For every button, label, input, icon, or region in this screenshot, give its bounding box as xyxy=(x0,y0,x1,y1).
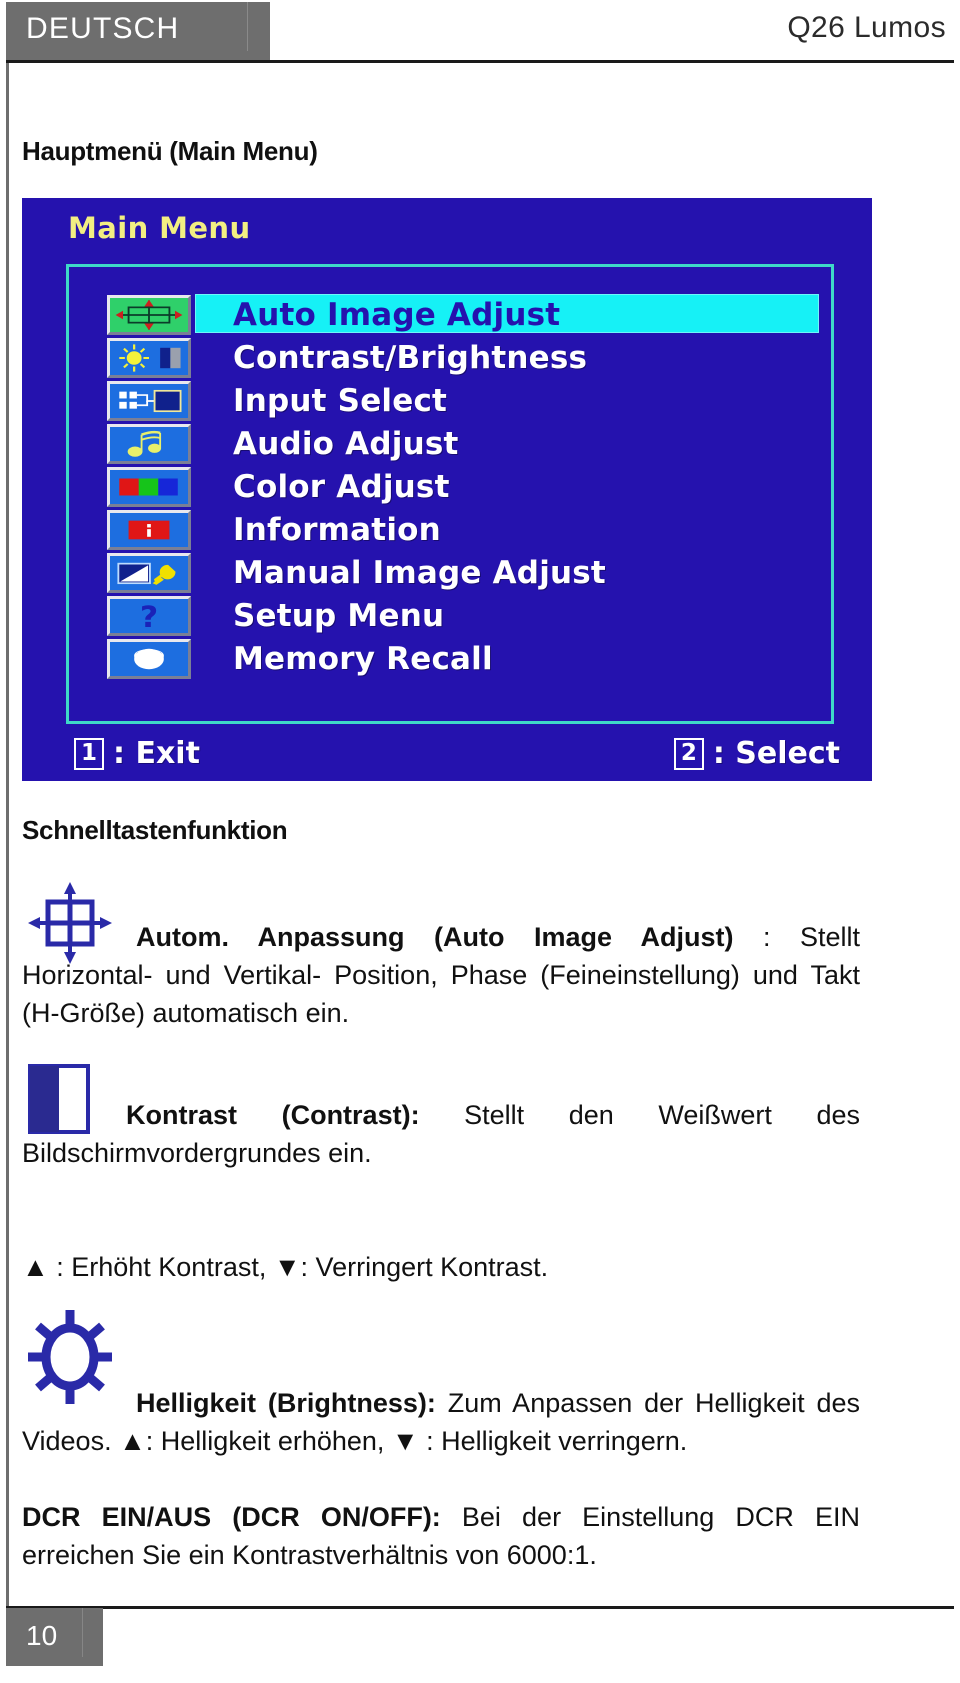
main-menu-heading: Hauptmenü (Main Menu) xyxy=(22,136,318,166)
language-tab: DEUTSCH xyxy=(6,2,270,60)
osd-item-label: Auto Image Adjust xyxy=(233,296,561,333)
osd-item-label: Input Select xyxy=(233,382,448,419)
osd-item-label: Manual Image Adjust xyxy=(233,554,606,591)
osd-screenshot: Main Menu Auto Image Adjust Contrast/Bri… xyxy=(22,198,872,781)
information-icon xyxy=(107,509,191,550)
select-keycap: 2 xyxy=(673,737,704,770)
hotkey-contrast-bold: Kontrast (Contrast): xyxy=(126,1100,465,1130)
osd-item-label: Contrast/Brightness xyxy=(233,339,588,376)
osd-item-memory-recall[interactable]: Memory Recall xyxy=(107,637,819,680)
osd-item-contrast-brightness[interactable]: Contrast/Brightness xyxy=(107,336,819,379)
osd-item-label: Setup Menu xyxy=(233,597,445,634)
exit-label: : Exit xyxy=(113,736,200,771)
hotkey-contrast-arrows: ▲ : Erhöht Kontrast, ▼: Verringert Kontr… xyxy=(22,1252,549,1282)
osd-select-hint: 2 : Select xyxy=(673,736,840,771)
header-divider xyxy=(6,60,954,63)
exit-keycap: 1 xyxy=(74,737,105,770)
setup-menu-icon: ? xyxy=(107,595,191,636)
hotkey-heading: Schnelltastenfunktion xyxy=(22,815,288,845)
hotkey-auto-adjust-text: Autom. Anpassung (Auto Image Adjust) : S… xyxy=(22,918,860,1032)
osd-item-manual-image-adjust[interactable]: Manual Image Adjust xyxy=(107,551,819,594)
osd-item-label: Audio Adjust xyxy=(233,425,459,462)
memory-recall-icon xyxy=(107,638,191,679)
model-name: Q26 Lumos xyxy=(787,11,946,44)
osd-item-auto-image-adjust[interactable]: Auto Image Adjust xyxy=(107,293,819,336)
hotkey-dcr-text: DCR EIN/AUS (DCR ON/OFF): Bei der Einste… xyxy=(22,1498,860,1574)
osd-item-color-adjust[interactable]: Color Adjust xyxy=(107,465,819,508)
hotkey-brightness-text: Helligkeit (Brightness): Zum Anpassen de… xyxy=(22,1384,860,1460)
auto-image-adjust-icon xyxy=(107,294,191,335)
page-left-rule xyxy=(6,62,9,1616)
osd-item-label: Information xyxy=(233,511,441,548)
audio-adjust-icon xyxy=(107,423,191,464)
osd-item-label: Memory Recall xyxy=(233,640,493,677)
input-select-icon xyxy=(107,380,191,421)
osd-item-audio-adjust[interactable]: Audio Adjust xyxy=(107,422,819,465)
osd-item-information[interactable]: Information xyxy=(107,508,819,551)
select-label: : Select xyxy=(712,736,840,771)
svg-text:?: ? xyxy=(140,601,158,633)
hotkey-dcr-bold: DCR EIN/AUS (DCR ON/OFF): xyxy=(22,1502,462,1532)
osd-panel: Auto Image Adjust Contrast/Brightness In… xyxy=(66,264,834,724)
page-number-tab: 10 xyxy=(6,1608,103,1666)
osd-item-setup-menu[interactable]: ? Setup Menu xyxy=(107,594,819,637)
contrast-brightness-icon xyxy=(107,337,191,378)
hotkey-brightness-bold: Helligkeit (Brightness): xyxy=(136,1388,448,1418)
page-number: 10 xyxy=(26,1620,58,1651)
color-adjust-icon xyxy=(107,466,191,507)
page-header: DEUTSCH Q26 Lumos xyxy=(0,0,960,63)
hotkey-auto-adjust-bold: Autom. Anpassung (Auto Image Adjust) xyxy=(136,922,763,952)
osd-footer: 1 : Exit 2 : Select xyxy=(22,734,872,781)
manual-image-adjust-icon xyxy=(107,552,191,593)
osd-menu-list: Auto Image Adjust Contrast/Brightness In… xyxy=(107,293,819,680)
hotkey-contrast-text: Kontrast (Contrast): Stellt den Weißwert… xyxy=(22,1096,860,1172)
osd-item-label: Color Adjust xyxy=(233,468,450,505)
language-label: DEUTSCH xyxy=(26,12,180,45)
osd-item-input-select[interactable]: Input Select xyxy=(107,379,819,422)
footer-divider xyxy=(6,1606,954,1609)
osd-exit-hint: 1 : Exit xyxy=(74,736,200,771)
osd-title: Main Menu xyxy=(68,211,251,245)
